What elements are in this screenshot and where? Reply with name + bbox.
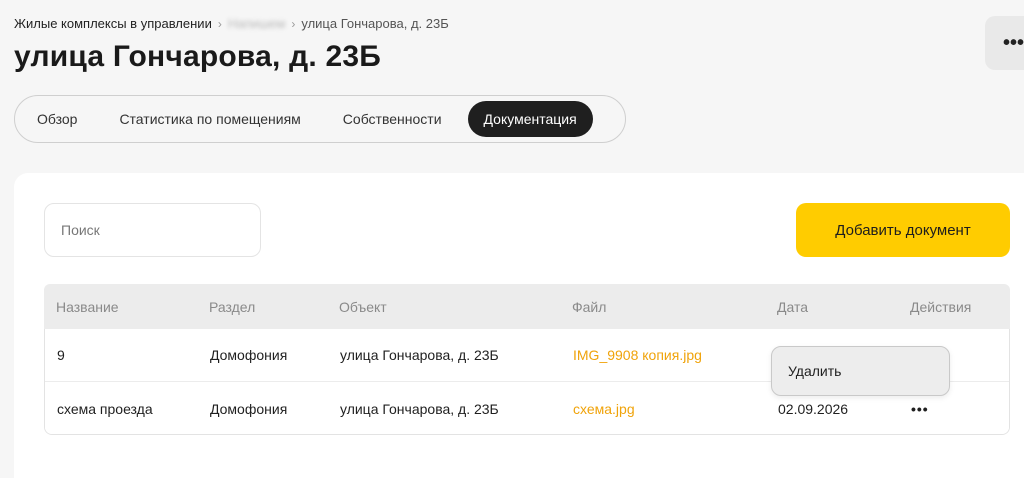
tab-properties[interactable]: Собственности: [327, 101, 458, 137]
chevron-right-icon: ›: [217, 16, 222, 31]
breadcrumb-root-link[interactable]: Жилые комплексы в управлении: [14, 16, 212, 31]
more-horizontal-icon: •••: [1003, 31, 1024, 54]
cell-name: схема проезда: [57, 400, 153, 417]
page-title: улица Гончарова, д. 23Б: [14, 40, 381, 73]
tab-room-stats[interactable]: Статистика по помещениям: [103, 101, 316, 137]
cell-section: Домофония: [210, 400, 288, 417]
cell-section: Домофония: [210, 347, 288, 363]
documents-panel: Добавить документ Название Раздел Объект…: [14, 173, 1024, 478]
delete-menu-item[interactable]: Удалить: [788, 363, 841, 379]
column-header-name: Название: [56, 298, 119, 315]
column-header-section: Раздел: [209, 298, 256, 315]
column-header-actions: Действия: [910, 298, 972, 315]
breadcrumb-middle-link[interactable]: Напишем: [228, 16, 286, 31]
cell-object: улица Гончарова, д. 23Б: [340, 400, 499, 417]
cell-name: 9: [57, 347, 65, 363]
breadcrumb-current: улица Гончарова, д. 23Б: [301, 16, 449, 31]
tab-bar: Обзор Статистика по помещениям Собственн…: [14, 95, 626, 143]
table-header: Название Раздел Объект Файл Дата Действи…: [44, 284, 1010, 329]
file-link[interactable]: IMG_9908 копия.jpg: [573, 329, 702, 381]
chevron-right-icon: ›: [291, 16, 296, 31]
tab-documentation[interactable]: Документация: [467, 101, 593, 137]
more-options-button[interactable]: •••: [985, 16, 1024, 70]
file-link[interactable]: схема.jpg: [573, 382, 635, 434]
breadcrumb: Жилые комплексы в управлении › Напишем ›…: [14, 16, 449, 31]
add-document-button[interactable]: Добавить документ: [796, 203, 1010, 257]
cell-object: улица Гончарова, д. 23Б: [340, 347, 499, 363]
tab-overview[interactable]: Обзор: [21, 101, 93, 137]
row-actions-menu: Удалить: [771, 346, 950, 396]
search-input[interactable]: [44, 203, 261, 257]
column-header-date: Дата: [777, 298, 809, 315]
column-header-file: Файл: [572, 298, 607, 315]
column-header-object: Объект: [339, 298, 387, 315]
